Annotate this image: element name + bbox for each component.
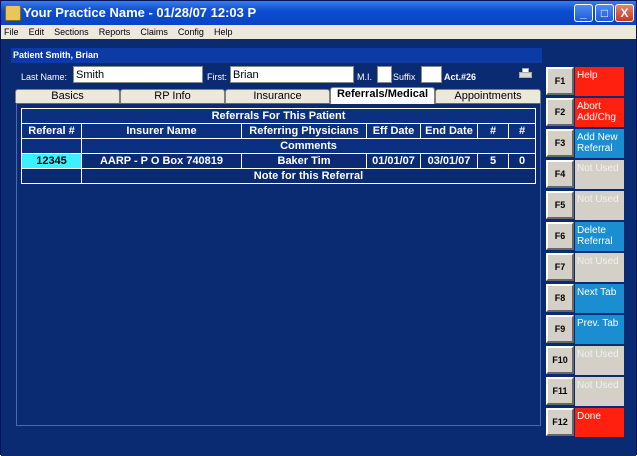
f10-key[interactable]: F10 — [546, 346, 574, 374]
f4-not-used-button[interactable]: F4 Not Used — [546, 160, 624, 189]
menu-config[interactable]: Config — [175, 25, 207, 39]
f6-label[interactable]: Delete Referral — [575, 222, 624, 251]
referrals-header-row: Referal # Insurer Name Referring Physici… — [21, 124, 536, 139]
f11-not-used-button[interactable]: F11 Not Used — [546, 377, 624, 406]
note-spacer — [22, 169, 82, 183]
mi-field[interactable] — [377, 66, 392, 83]
maximize-button[interactable]: □ — [595, 4, 614, 22]
f11-key[interactable]: F11 — [546, 377, 574, 405]
first-name-field[interactable]: Brian — [230, 66, 354, 83]
physician-cell[interactable]: Baker Tim — [242, 154, 367, 168]
f7-not-used-button[interactable]: F7 Not Used — [546, 253, 624, 282]
printer-icon[interactable] — [519, 68, 532, 80]
f7-label: Not Used — [575, 253, 624, 282]
patient-name-row: Last Name: Smith First: Brian M.I. Suffi… — [11, 64, 542, 86]
f9-key[interactable]: F9 — [546, 315, 574, 343]
f8-key[interactable]: F8 — [546, 284, 574, 312]
suffix-field[interactable] — [421, 66, 442, 83]
f10-not-used-button[interactable]: F10 Not Used — [546, 346, 624, 375]
f2-key[interactable]: F2 — [546, 98, 574, 126]
title-bar: Your Practice Name - 01/28/07 12:03 P _ … — [1, 1, 636, 25]
header-referral-number[interactable]: Referal # — [22, 124, 82, 138]
f6-delete-referral-button[interactable]: F6 Delete Referral — [546, 222, 624, 251]
f4-label: Not Used — [575, 160, 624, 189]
menu-file[interactable]: File — [1, 25, 22, 39]
f6-key[interactable]: F6 — [546, 222, 574, 250]
f5-key[interactable]: F5 — [546, 191, 574, 219]
f4-key[interactable]: F4 — [546, 160, 574, 188]
first-name-label: First: — [207, 72, 227, 82]
minimize-button[interactable]: _ — [574, 4, 593, 22]
window-title: Your Practice Name - 01/28/07 12:03 P — [23, 5, 257, 20]
status-bar — [1, 441, 636, 456]
patient-panel: Patient Smith, Brian Last Name: Smith Fi… — [11, 48, 542, 431]
f1-key[interactable]: F1 — [546, 67, 574, 95]
f7-key[interactable]: F7 — [546, 253, 574, 281]
end-date-cell[interactable]: 03/01/07 — [421, 154, 478, 168]
f12-done-button[interactable]: F12 Done — [546, 408, 624, 437]
comments-spacer — [22, 139, 82, 153]
referral-note-cell[interactable]: Note for this Referral — [82, 169, 535, 183]
f12-label[interactable]: Done — [575, 408, 624, 437]
close-button[interactable]: X — [615, 4, 634, 22]
comments-header-row: Comments — [21, 139, 536, 154]
tab-bar: Basics RP Info Insurance Referrals/Medic… — [15, 87, 542, 104]
suffix-label: Suffix — [393, 72, 416, 82]
last-name-field[interactable]: Smith — [73, 66, 203, 83]
account-number: Act.#26 — [444, 72, 477, 82]
f9-prev-tab-button[interactable]: F9 Prev. Tab — [546, 315, 624, 344]
f11-label: Not Used — [575, 377, 624, 406]
referrals-table: Referrals For This Patient Referal # Ins… — [21, 108, 536, 184]
f5-not-used-button[interactable]: F5 Not Used — [546, 191, 624, 220]
referrals-table-title-row: Referrals For This Patient — [21, 108, 536, 124]
count-2-cell[interactable]: 0 — [509, 154, 535, 168]
header-count-1[interactable]: # — [478, 124, 509, 138]
f10-label: Not Used — [575, 346, 624, 375]
f3-label[interactable]: Add New Referral — [575, 129, 624, 158]
tab-referrals-medical[interactable]: Referrals/Medical — [330, 87, 435, 104]
menu-sections[interactable]: Sections — [51, 25, 92, 39]
f8-label[interactable]: Next Tab — [575, 284, 624, 313]
insurer-name-cell[interactable]: AARP - P O Box 740819 — [82, 154, 242, 168]
f12-key[interactable]: F12 — [546, 408, 574, 436]
eff-date-cell[interactable]: 01/01/07 — [367, 154, 421, 168]
header-referring-physicians[interactable]: Referring Physicians — [242, 124, 367, 138]
menu-reports[interactable]: Reports — [96, 25, 134, 39]
app-icon — [5, 5, 21, 21]
tab-insurance[interactable]: Insurance — [225, 89, 330, 103]
mi-label: M.I. — [357, 72, 372, 82]
f8-next-tab-button[interactable]: F8 Next Tab — [546, 284, 624, 313]
f2-abort-button[interactable]: F2 Abort Add/Chg — [546, 98, 624, 127]
header-eff-date[interactable]: Eff Date — [367, 124, 421, 138]
header-insurer-name[interactable]: Insurer Name — [82, 124, 242, 138]
referral-number-cell[interactable]: 12345 — [22, 154, 82, 168]
f3-add-referral-button[interactable]: F3 Add New Referral — [546, 129, 624, 158]
table-row[interactable]: 12345 AARP - P O Box 740819 Baker Tim 01… — [21, 154, 536, 169]
referrals-table-title: Referrals For This Patient — [211, 110, 346, 122]
menu-edit[interactable]: Edit — [26, 25, 48, 39]
f3-key[interactable]: F3 — [546, 129, 574, 157]
header-count-2[interactable]: # — [509, 124, 535, 138]
app-window: Your Practice Name - 01/28/07 12:03 P _ … — [0, 0, 637, 456]
f1-label[interactable]: Help — [575, 67, 624, 96]
header-comments: Comments — [280, 140, 337, 152]
count-1-cell[interactable]: 5 — [478, 154, 509, 168]
tab-basics[interactable]: Basics — [15, 89, 120, 103]
f2-label[interactable]: Abort Add/Chg — [575, 98, 624, 127]
table-row-note[interactable]: Note for this Referral — [21, 169, 536, 184]
menu-claims[interactable]: Claims — [137, 25, 171, 39]
menu-bar: File Edit Sections Reports Claims Config… — [1, 25, 636, 39]
header-end-date[interactable]: End Date — [421, 124, 478, 138]
f5-label: Not Used — [575, 191, 624, 220]
tab-appointments[interactable]: Appointments — [435, 89, 541, 103]
last-name-label: Last Name: — [21, 72, 68, 82]
referrals-content: Referrals For This Patient Referal # Ins… — [16, 103, 541, 426]
f9-label[interactable]: Prev. Tab — [575, 315, 624, 344]
tab-rp-info[interactable]: RP Info — [120, 89, 225, 103]
f1-help-button[interactable]: F1 Help — [546, 67, 624, 96]
menu-help[interactable]: Help — [211, 25, 236, 39]
patient-header: Patient Smith, Brian — [11, 48, 542, 63]
